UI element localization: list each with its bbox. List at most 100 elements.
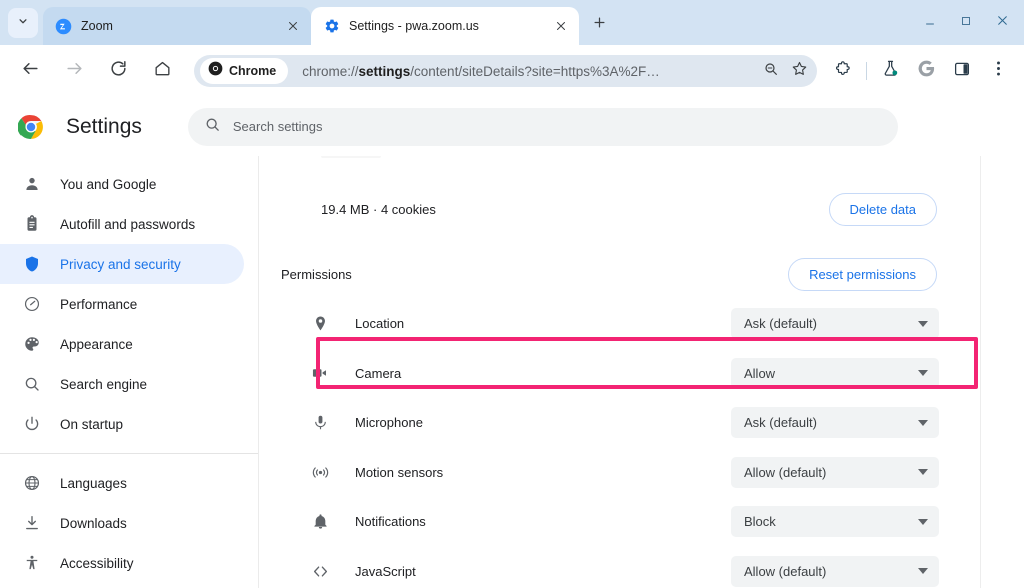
permission-label: JavaScript: [355, 564, 416, 579]
page-title: Settings: [66, 115, 142, 139]
permission-select[interactable]: Allow (default): [731, 556, 939, 587]
scrolled-content-edge: [321, 156, 381, 158]
bookmark-button[interactable]: [785, 57, 813, 85]
person-icon: [22, 174, 42, 194]
permission-row-notifications[interactable]: Notifications Block: [281, 497, 959, 547]
url-prefix: chrome://: [302, 64, 358, 79]
tab-search-button[interactable]: [8, 8, 38, 38]
tab-zoom[interactable]: Zoom: [43, 7, 311, 45]
reset-permissions-button[interactable]: Reset permissions: [788, 258, 937, 291]
tab-title: Settings - pwa.zoom.us: [349, 19, 542, 33]
permission-label: Motion sensors: [355, 465, 443, 480]
shield-icon: [22, 254, 42, 274]
accessibility-icon: [22, 553, 42, 573]
side-panel-button[interactable]: [947, 56, 977, 86]
reload-button[interactable]: [102, 55, 134, 87]
url-text[interactable]: chrome://settings/content/siteDetails?si…: [288, 64, 757, 79]
code-brackets-icon: [310, 561, 330, 581]
video-camera-icon: [310, 363, 330, 383]
delete-data-button[interactable]: Delete data: [829, 193, 938, 226]
chrome-chip-label: Chrome: [229, 64, 276, 78]
chrome-origin-chip[interactable]: Chrome: [200, 58, 288, 84]
microphone-icon: [310, 413, 330, 433]
toolbar-divider: [866, 62, 867, 80]
permission-row-camera[interactable]: Camera Allow: [281, 349, 959, 399]
clipboard-icon: [22, 214, 42, 234]
permission-row-motion-sensors[interactable]: Motion sensors Allow (default): [281, 448, 959, 498]
sidebar-item-autofill-and-passwords[interactable]: Autofill and passwords: [0, 204, 244, 244]
permission-row-microphone[interactable]: Microphone Ask (default): [281, 398, 959, 448]
permission-value: Allow: [744, 366, 775, 381]
storage-usage-row: 19.4 MB · 4 cookies Delete data: [281, 186, 959, 232]
close-button[interactable]: [984, 3, 1020, 43]
sidebar-item-downloads[interactable]: Downloads: [0, 503, 244, 543]
close-icon[interactable]: [551, 16, 571, 36]
sidebar-item-performance[interactable]: Performance: [0, 284, 244, 324]
site-details-card: 19.4 MB · 4 cookies Delete data Permissi…: [281, 156, 981, 588]
search-icon: [204, 116, 221, 138]
settings-sidebar: You and Google Autofill and passwords Pr…: [0, 156, 259, 588]
permission-select[interactable]: Allow (default): [731, 457, 939, 488]
address-bar[interactable]: Chrome chrome://settings/content/siteDet…: [194, 55, 817, 87]
puzzle-piece-icon: [834, 60, 852, 83]
sidebar-item-appearance[interactable]: Appearance: [0, 324, 244, 364]
permission-value: Ask (default): [744, 415, 817, 430]
permission-select[interactable]: Ask (default): [731, 407, 939, 438]
close-icon[interactable]: [283, 16, 303, 36]
flask-icon: [881, 59, 900, 83]
url-suffix: /content/siteDetails?site=https%3A%2F…: [410, 64, 660, 79]
tab-title: Zoom: [81, 19, 274, 33]
chevron-down-icon: [918, 370, 928, 376]
new-tab-button[interactable]: [585, 11, 613, 39]
chrome-logo-icon: [208, 61, 223, 81]
sidebar-item-accessibility[interactable]: Accessibility: [0, 543, 244, 583]
maximize-button[interactable]: [948, 3, 984, 43]
chrome-logo-icon: [18, 114, 44, 140]
permission-value: Ask (default): [744, 316, 817, 331]
sidebar-item-label: Performance: [60, 297, 137, 312]
tab-settings[interactable]: Settings - pwa.zoom.us: [311, 7, 579, 45]
minimize-icon: [924, 14, 936, 32]
permission-value: Allow (default): [744, 564, 826, 579]
minimize-button[interactable]: [912, 3, 948, 43]
sidebar-item-label: Accessibility: [60, 556, 134, 571]
search-settings-box[interactable]: Search settings: [188, 108, 898, 146]
permission-select[interactable]: Allow: [731, 358, 939, 389]
search-input[interactable]: Search settings: [233, 119, 323, 134]
permission-label: Camera: [355, 366, 401, 381]
chevron-down-icon: [918, 420, 928, 426]
settings-content: 19.4 MB · 4 cookies Delete data Permissi…: [259, 156, 1024, 588]
back-button[interactable]: [14, 55, 46, 87]
star-icon: [791, 60, 808, 82]
forward-button[interactable]: [58, 55, 90, 87]
sidebar-item-you-and-google[interactable]: You and Google: [0, 164, 244, 204]
magnifier-icon: [763, 61, 779, 82]
permission-row-location[interactable]: Location Ask (default): [281, 299, 959, 349]
chrome-menu-button[interactable]: [983, 56, 1013, 86]
sidebar-item-search-engine[interactable]: Search engine: [0, 364, 244, 404]
sidebar-item-privacy-and-security[interactable]: Privacy and security: [0, 244, 244, 284]
reload-icon: [109, 59, 128, 83]
chevron-down-icon: [918, 519, 928, 525]
palette-icon: [22, 334, 42, 354]
three-dot-menu-icon: [996, 59, 1001, 83]
permission-row-javascript[interactable]: JavaScript Allow (default): [281, 547, 959, 588]
forward-arrow-icon: [65, 59, 84, 83]
zoom-indicator-button[interactable]: [757, 57, 785, 85]
sidebar-item-languages[interactable]: Languages: [0, 463, 244, 503]
home-button[interactable]: [146, 55, 178, 87]
profile-button[interactable]: [911, 56, 941, 86]
reset-permissions-label: Reset permissions: [809, 267, 916, 282]
permission-select[interactable]: Ask (default): [731, 308, 939, 339]
extensions-button[interactable]: [828, 56, 858, 86]
labs-button[interactable]: [875, 56, 905, 86]
sidebar-item-label: Languages: [60, 476, 127, 491]
sidebar-item-label: Search engine: [60, 377, 147, 392]
window-controls: [912, 0, 1024, 45]
permission-select[interactable]: Block: [731, 506, 939, 537]
permission-label: Location: [355, 316, 404, 331]
chevron-down-icon: [918, 469, 928, 475]
sidebar-item-label: You and Google: [60, 177, 156, 192]
sidebar-item-on-startup[interactable]: On startup: [0, 404, 244, 444]
zoom-logo-icon: [55, 18, 72, 35]
